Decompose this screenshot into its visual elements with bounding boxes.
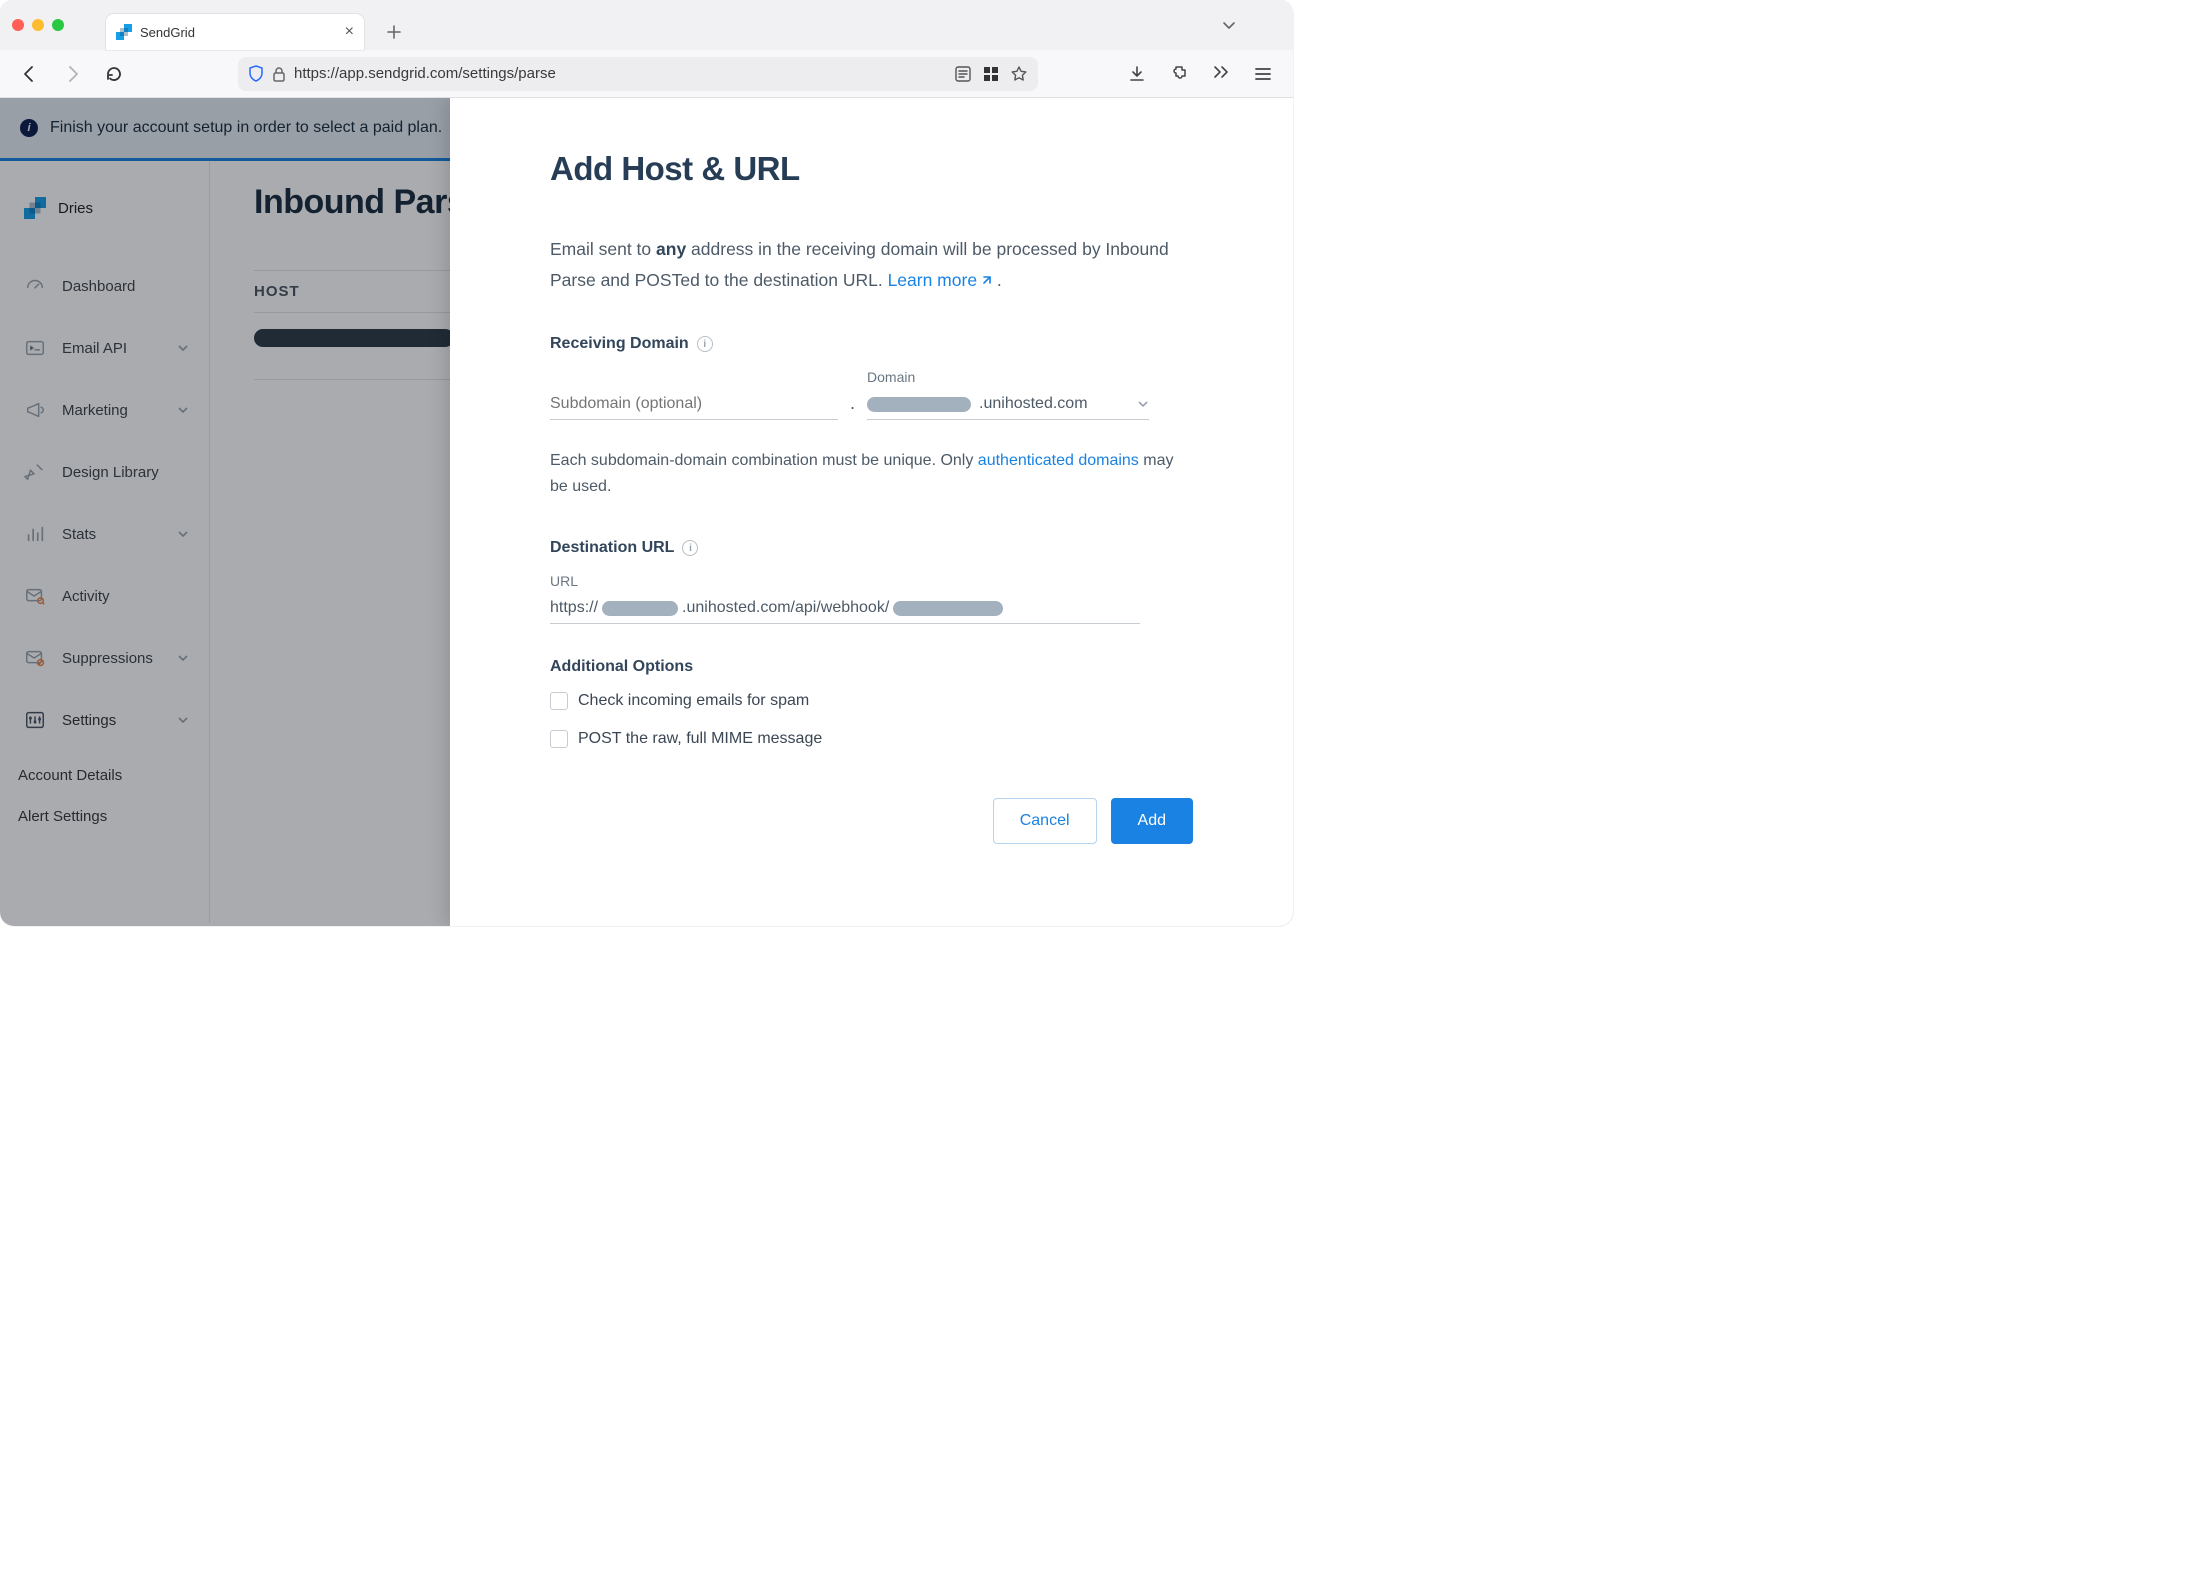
titlebar: SendGrid × <box>0 0 1293 50</box>
destination-url-label: Destination URL i <box>550 539 1193 557</box>
authenticated-domains-link[interactable]: authenticated domains <box>978 452 1139 469</box>
add-host-drawer: Add Host & URL Email sent to any address… <box>450 98 1293 926</box>
dot-separator: . <box>848 393 857 420</box>
url-label: URL <box>550 573 1193 589</box>
destination-url-field: URL https:// .unihosted.com/api/webhook/ <box>550 573 1193 624</box>
additional-options-label: Additional Options <box>550 658 1193 676</box>
bookmark-star-icon[interactable] <box>1010 65 1028 83</box>
overflow-chevrons-icon[interactable] <box>1207 60 1235 88</box>
spam-check-checkbox[interactable]: Check incoming emails for spam <box>550 692 1193 710</box>
additional-options: Check incoming emails for spam POST the … <box>550 692 1193 748</box>
tab-close-icon[interactable]: × <box>345 24 354 40</box>
raw-mime-checkbox[interactable]: POST the raw, full MIME message <box>550 730 1193 748</box>
close-window-button[interactable] <box>12 19 24 31</box>
domain-label: Domain <box>867 369 1149 385</box>
checkbox-icon <box>550 692 568 710</box>
tab-title: SendGrid <box>140 25 337 40</box>
tabs-overflow-chevron[interactable] <box>1221 17 1237 33</box>
chevron-down-icon <box>1137 398 1149 410</box>
drawer-footer: Cancel Add <box>550 798 1193 844</box>
sendgrid-favicon <box>116 24 132 40</box>
viewport: i Finish your account setup in order to … <box>0 98 1293 926</box>
forward-button <box>58 60 86 88</box>
url-bar[interactable]: https://app.sendgrid.com/settings/parse <box>238 57 1038 91</box>
info-icon[interactable]: i <box>697 336 713 352</box>
domain-suffix: .unihosted.com <box>979 395 1088 413</box>
shield-icon <box>248 65 264 83</box>
domain-select[interactable]: .unihosted.com <box>867 391 1149 420</box>
learn-more-link[interactable]: Learn more <box>888 270 993 290</box>
window-controls <box>12 19 64 31</box>
checkbox-icon <box>550 730 568 748</box>
back-button[interactable] <box>16 60 44 88</box>
lock-icon <box>272 66 286 82</box>
minimize-window-button[interactable] <box>32 19 44 31</box>
drawer-lead: Email sent to any address in the receivi… <box>550 234 1193 295</box>
grid-icon[interactable] <box>982 65 1000 83</box>
domain-helper-text: Each subdomain-domain combination must b… <box>550 448 1193 499</box>
downloads-icon[interactable] <box>1123 60 1151 88</box>
destination-url-input[interactable]: https:// .unihosted.com/api/webhook/ <box>550 595 1140 624</box>
info-icon[interactable]: i <box>682 540 698 556</box>
new-tab-button[interactable] <box>380 18 408 46</box>
reader-mode-icon[interactable] <box>954 65 972 83</box>
extensions-icon[interactable] <box>1165 60 1193 88</box>
cancel-button[interactable]: Cancel <box>993 798 1097 844</box>
receiving-domain-label: Receiving Domain i <box>550 335 1193 353</box>
add-button[interactable]: Add <box>1111 798 1193 844</box>
url-text: https://app.sendgrid.com/settings/parse <box>294 65 946 82</box>
redacted-url-path <box>893 601 1003 616</box>
maximize-window-button[interactable] <box>52 19 64 31</box>
browser-tab[interactable]: SendGrid × <box>106 14 364 50</box>
reload-button[interactable] <box>100 60 128 88</box>
hamburger-menu-icon[interactable] <box>1249 60 1277 88</box>
redacted-domain-prefix <box>867 397 971 412</box>
external-link-icon <box>980 275 992 287</box>
drawer-title: Add Host & URL <box>550 150 1193 188</box>
redacted-url-host <box>602 601 678 616</box>
subdomain-field <box>550 391 838 420</box>
domain-field: Domain .unihosted.com <box>867 369 1149 420</box>
subdomain-input[interactable] <box>550 391 838 420</box>
browser-toolbar: https://app.sendgrid.com/settings/parse <box>0 50 1293 98</box>
browser-window: SendGrid × https://app.sendgrid.com/ <box>0 0 1293 926</box>
receiving-domain-fields: . Domain .unihosted.com <box>550 369 1193 420</box>
